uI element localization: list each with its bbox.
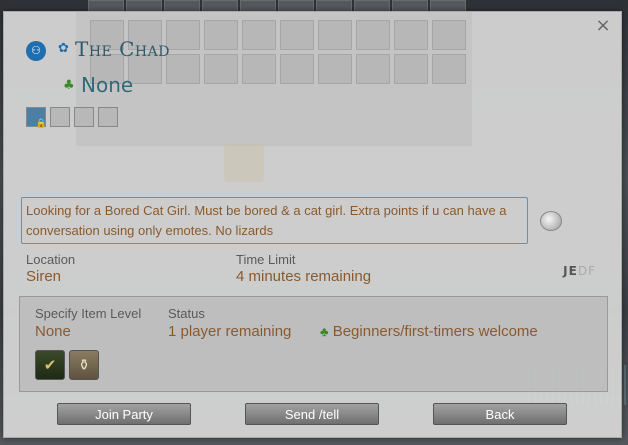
time-limit-value: 4 minutes remaining [236, 268, 372, 285]
comment-text: Looking for a Bored Cat Girl. Must be bo… [21, 197, 528, 244]
ghost-arrow-icon [224, 144, 264, 182]
party-slot [98, 107, 118, 127]
status-label: Status [168, 306, 205, 321]
world-logo: JEDF [563, 264, 596, 278]
ghost-inventory-overlay [76, 12, 472, 146]
job-icon-gatherer[interactable]: ⚱ [69, 350, 99, 380]
location-value: Siren [26, 268, 62, 285]
chat-bubble-icon[interactable] [540, 211, 562, 231]
sprout-icon: ♣ [320, 324, 329, 339]
send-tell-button[interactable]: Send /tell [245, 403, 379, 425]
requirements-panel: Specify Item Level None Status 1 player … [19, 296, 608, 392]
back-button[interactable]: Back [433, 403, 567, 425]
close-button[interactable]: × [595, 17, 611, 35]
player-status: None [81, 73, 134, 97]
party-slot [74, 107, 94, 127]
job-icon-fisher[interactable]: ✔ [35, 350, 65, 380]
party-finder-details-window: × ⚇ ✿ The Chad ♣ None Looking for a Bore… [3, 11, 622, 438]
location-label: Location [26, 252, 76, 267]
time-limit-label: Time Limit [236, 252, 296, 267]
join-party-button[interactable]: Join Party [57, 403, 191, 425]
status-value: 1 player remaining [168, 323, 292, 340]
party-slot-locked [26, 107, 47, 129]
party-slot [50, 107, 70, 127]
job-icons: ✔ ⚱ [35, 350, 99, 380]
player-name-icon: ✿ [58, 41, 69, 56]
item-level-label: Specify Item Level [35, 306, 142, 321]
item-level-value: None [35, 323, 71, 340]
sprout-icon: ♣ [63, 78, 75, 93]
player-name: The Chad [75, 37, 170, 61]
party-role-icon: ⚇ [26, 41, 46, 61]
beginner-tag-text: Beginners/first-timers welcome [332, 323, 538, 340]
beginner-tag: ♣ Beginners/first-timers welcome [320, 323, 538, 340]
party-slots [26, 107, 118, 129]
